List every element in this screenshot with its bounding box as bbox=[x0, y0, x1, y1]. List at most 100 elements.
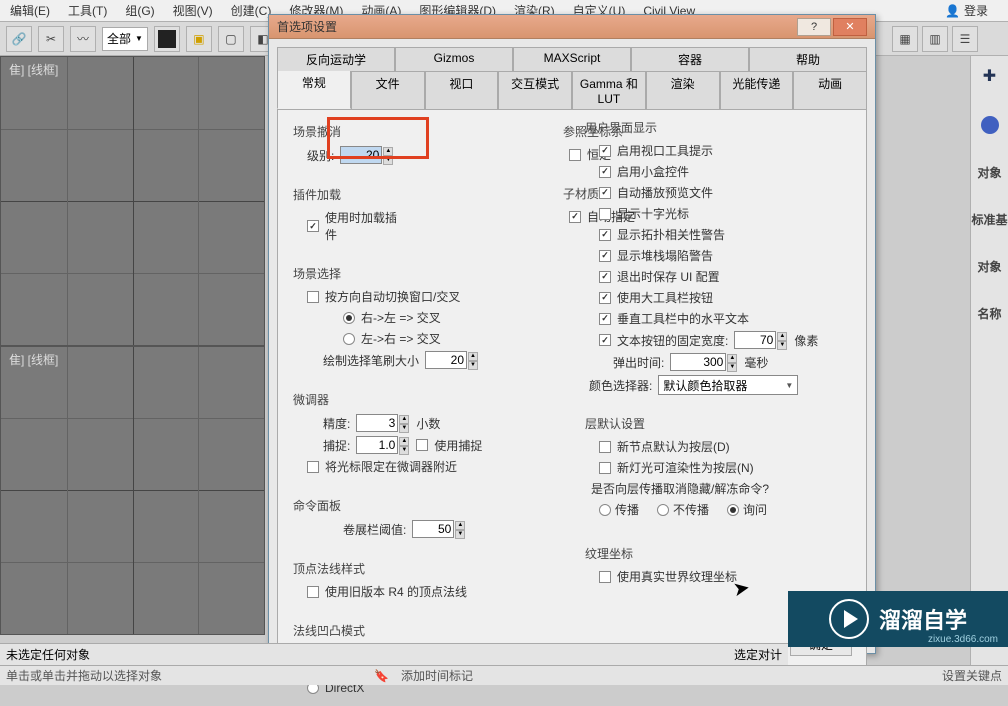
crosshair-checkbox[interactable] bbox=[599, 208, 611, 220]
spin-down-icon[interactable]: ▼ bbox=[455, 530, 465, 539]
spinner-group: 微调器 精度: 3▲▼ 小数 捕捉: 1.0▲▼ 使用捕捉 将光标限定在微调器附… bbox=[286, 386, 546, 486]
panel-label-2: 标准基 bbox=[971, 211, 1007, 228]
legacy-normals-checkbox[interactable] bbox=[307, 586, 319, 598]
tab-general[interactable]: 常规 bbox=[277, 71, 351, 109]
wrap-cursor-checkbox[interactable] bbox=[307, 461, 319, 473]
spin-down-icon[interactable]: ▼ bbox=[399, 446, 409, 455]
undo-level-spinner[interactable]: 20 ▲▼ bbox=[340, 146, 382, 164]
fixed-width-value: 70 bbox=[760, 333, 773, 347]
menu-views[interactable]: 视图(V) bbox=[173, 2, 213, 19]
spin-up-icon[interactable]: ▲ bbox=[399, 437, 409, 446]
spin-down-icon[interactable]: ▼ bbox=[727, 363, 737, 372]
large-toolbar-checkbox[interactable] bbox=[599, 292, 611, 304]
caddy-label: 启用小盒控件 bbox=[617, 163, 689, 180]
real-world-checkbox[interactable] bbox=[599, 571, 611, 583]
propagate-radio[interactable] bbox=[599, 504, 611, 516]
spin-down-icon[interactable]: ▼ bbox=[777, 341, 787, 350]
auto-switch-checkbox[interactable] bbox=[307, 291, 319, 303]
spin-down-icon[interactable]: ▼ bbox=[399, 424, 409, 433]
setkey-label[interactable]: 设置关键点 bbox=[942, 667, 1002, 684]
login-account[interactable]: 👤 登录 bbox=[945, 2, 988, 19]
spin-down-icon[interactable]: ▼ bbox=[383, 156, 393, 165]
brush-spinner[interactable]: 20▲▼ bbox=[425, 351, 467, 369]
unlink-icon[interactable]: ✂ bbox=[38, 26, 64, 52]
snap-spinner[interactable]: 1.0▲▼ bbox=[356, 436, 398, 454]
viewports-left: 隹] [线框] 隹] [线框] bbox=[0, 56, 265, 635]
selset-label: 选定对计 bbox=[734, 646, 782, 663]
large-toolbar-label: 使用大工具栏按钮 bbox=[617, 289, 713, 306]
menu-group[interactable]: 组(G) bbox=[125, 2, 154, 19]
link-icon[interactable]: 🔗 bbox=[6, 26, 32, 52]
layer-defaults-title: 层默认设置 bbox=[585, 415, 853, 432]
fixed-width-spinner[interactable]: 70▲▼ bbox=[734, 331, 776, 349]
rtl-radio[interactable] bbox=[343, 312, 355, 324]
caddy-checkbox[interactable] bbox=[599, 166, 611, 178]
tab-rendering[interactable]: 渲染 bbox=[646, 71, 720, 109]
tab-viewports[interactable]: 视口 bbox=[425, 71, 499, 109]
bind-icon[interactable]: 〰 bbox=[70, 26, 96, 52]
help-button[interactable]: ? bbox=[797, 18, 831, 36]
rollup-spinner[interactable]: 50▲▼ bbox=[412, 520, 454, 538]
panel-toggle2-icon[interactable]: ▥ bbox=[922, 26, 948, 52]
tab-radiosity[interactable]: 光能传递 bbox=[720, 71, 794, 109]
select-region-icon[interactable]: ▢ bbox=[218, 26, 244, 52]
flyout-label: 弹出时间: bbox=[613, 354, 664, 371]
tab-ik[interactable]: 反向运动学 bbox=[277, 47, 395, 71]
panel-toggle3-icon[interactable]: ☰ bbox=[952, 26, 978, 52]
spin-up-icon[interactable]: ▲ bbox=[399, 415, 409, 424]
spin-up-icon[interactable]: ▲ bbox=[777, 332, 787, 341]
fixed-width-checkbox[interactable] bbox=[599, 334, 611, 346]
no-propagate-radio[interactable] bbox=[657, 504, 669, 516]
dialog-titlebar: 首选项设置 ? ✕ bbox=[269, 15, 875, 39]
spin-up-icon[interactable]: ▲ bbox=[383, 147, 393, 156]
autoplay-checkbox[interactable] bbox=[599, 187, 611, 199]
use-snap-checkbox[interactable] bbox=[416, 439, 428, 451]
plugin-load-checkbox[interactable] bbox=[307, 220, 319, 232]
tab-files[interactable]: 文件 bbox=[351, 71, 425, 109]
tab-gizmos[interactable]: Gizmos bbox=[395, 47, 513, 71]
tab-gamma[interactable]: Gamma 和 LUT bbox=[572, 71, 646, 109]
tab-animation[interactable]: 动画 bbox=[793, 71, 867, 109]
command-panel-group: 命令面板 卷展栏阈值: 50▲▼ bbox=[286, 492, 546, 549]
ui-display-title: 用户界面显示 bbox=[585, 119, 853, 136]
tag-icon[interactable]: 🔖 bbox=[374, 669, 389, 683]
tab-maxscript[interactable]: MAXScript bbox=[513, 47, 631, 71]
menu-edit[interactable]: 编辑(E) bbox=[10, 2, 50, 19]
panel-label-3: 对象 bbox=[977, 258, 1001, 275]
spin-up-icon[interactable]: ▲ bbox=[727, 354, 737, 363]
plus-icon[interactable]: ✚ bbox=[983, 66, 996, 86]
viewport-top-left[interactable]: 隹] [线框] bbox=[0, 56, 265, 346]
new-nodes-checkbox[interactable] bbox=[599, 441, 611, 453]
close-button[interactable]: ✕ bbox=[833, 18, 867, 36]
save-ui-checkbox[interactable] bbox=[599, 271, 611, 283]
timeline-label: 添加时间标记 bbox=[401, 667, 473, 684]
color-picker-dropdown[interactable]: 默认颜色拾取器 ▼ bbox=[658, 375, 798, 395]
spin-up-icon[interactable]: ▲ bbox=[468, 352, 478, 361]
spin-up-icon[interactable]: ▲ bbox=[455, 521, 465, 530]
viewport-bottom-left[interactable]: 隹] [线框] bbox=[0, 346, 265, 636]
tooltips-checkbox[interactable] bbox=[599, 145, 611, 157]
tab-interaction[interactable]: 交互模式 bbox=[498, 71, 572, 109]
ask-radio[interactable] bbox=[727, 504, 739, 516]
sphere-icon[interactable] bbox=[981, 116, 999, 134]
new-lights-checkbox[interactable] bbox=[599, 462, 611, 474]
flyout-spinner[interactable]: 300▲▼ bbox=[670, 353, 726, 371]
tab-help[interactable]: 帮助 bbox=[749, 47, 867, 71]
normal-bump-title: 法线凹凸模式 bbox=[293, 622, 539, 639]
panel-toggle-icon[interactable]: ▦ bbox=[892, 26, 918, 52]
tab-containers[interactable]: 容器 bbox=[631, 47, 749, 71]
select-icon[interactable] bbox=[154, 26, 180, 52]
stack-warn-checkbox[interactable] bbox=[599, 250, 611, 262]
menu-tools[interactable]: 工具(T) bbox=[68, 2, 107, 19]
precision-spinner[interactable]: 3▲▼ bbox=[356, 414, 398, 432]
use-snap-label: 使用捕捉 bbox=[434, 437, 482, 454]
select-name-icon[interactable]: ▣ bbox=[186, 26, 212, 52]
fixed-width-label: 文本按钮的固定宽度: bbox=[617, 332, 728, 349]
spin-down-icon[interactable]: ▼ bbox=[468, 361, 478, 370]
topo-warn-checkbox[interactable] bbox=[599, 229, 611, 241]
horiz-text-checkbox[interactable] bbox=[599, 313, 611, 325]
ltr-radio[interactable] bbox=[343, 333, 355, 345]
selection-filter-dropdown[interactable]: 全部 ▼ bbox=[102, 27, 148, 51]
real-world-label: 使用真实世界纹理坐标 bbox=[617, 568, 737, 585]
menu-create[interactable]: 创建(C) bbox=[231, 2, 272, 19]
